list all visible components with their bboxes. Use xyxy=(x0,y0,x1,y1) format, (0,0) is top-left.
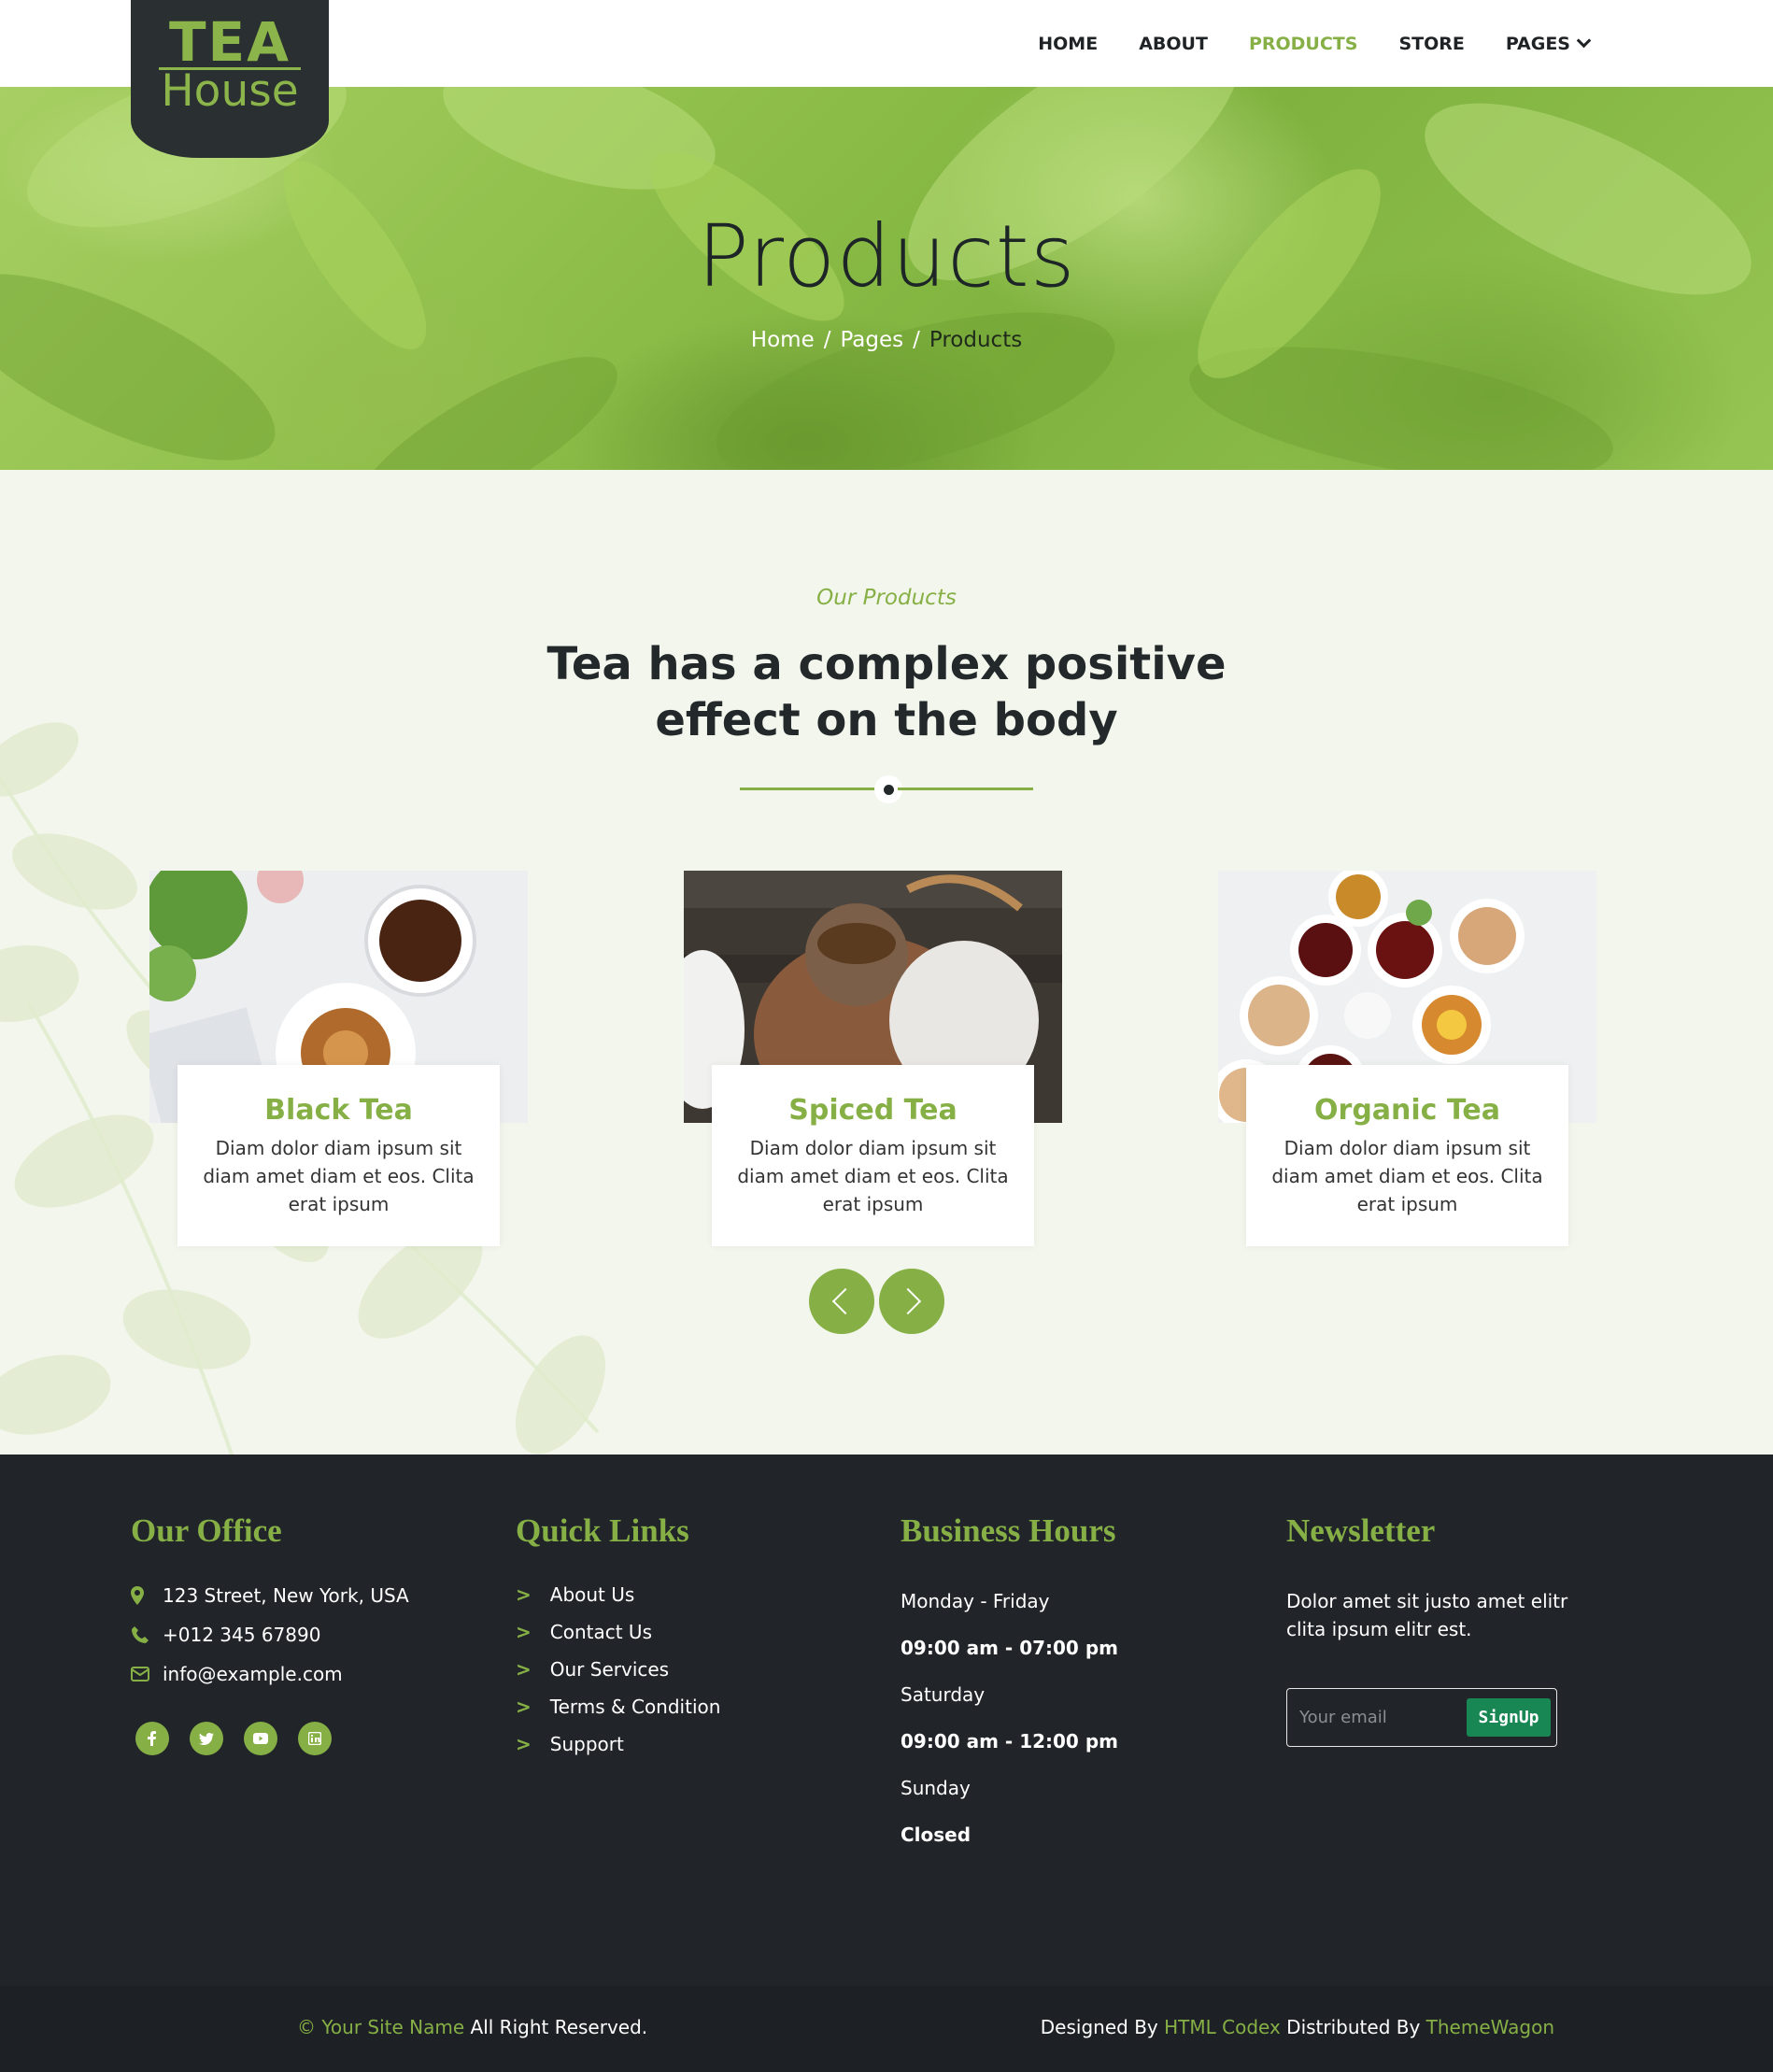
nav-store[interactable]: STORE xyxy=(1398,34,1464,54)
credits: Designed By HTML Codex Distributed By Th… xyxy=(1041,2016,1554,2038)
copyright-notice: © Your Site Name All Right Reserved. xyxy=(297,2016,647,2038)
map-marker-icon xyxy=(131,1586,153,1605)
breadcrumb: Home / Pages / Products xyxy=(0,328,1773,352)
breadcrumb-pages[interactable]: Pages xyxy=(840,328,903,352)
designed-by-label: Designed By xyxy=(1040,2016,1158,2038)
footer-quick-links: Quick Links > About Us > Contact Us > Our S… xyxy=(516,1512,852,1763)
office-address-text: 123 Street, New York, USA xyxy=(163,1584,409,1607)
footer-link-terms[interactable]: > Terms & Condition xyxy=(516,1688,852,1725)
signup-button[interactable]: SignUp xyxy=(1467,1698,1551,1737)
distributor-link[interactable]: ThemeWagon xyxy=(1426,2016,1554,2038)
product-card-body: Spiced Tea Diam dolor diam ipsum sit dia… xyxy=(712,1065,1034,1246)
products-section: Our Products Tea has a complex positive … xyxy=(0,470,1773,1455)
section-title: Tea has a complex positive effect on the… xyxy=(546,638,1227,746)
copyright-bar: © Your Site Name All Right Reserved. Des… xyxy=(0,1986,1773,2072)
footer-newsletter: Newsletter Dolor amet sit justo amet eli… xyxy=(1286,1512,1641,1747)
hours-day: Monday - Friday xyxy=(901,1590,1050,1612)
chevron-right-icon: > xyxy=(516,1621,532,1643)
product-card-organic-tea[interactable]: Organic Tea Diam dolor diam ipsum sit di… xyxy=(1218,871,1596,1254)
product-name[interactable]: Organic Tea xyxy=(1267,1093,1548,1128)
newsletter-email-input[interactable] xyxy=(1288,1690,1462,1745)
footer-heading: Our Office xyxy=(131,1512,282,1549)
footer-link-about[interactable]: > About Us xyxy=(516,1576,852,1613)
newsletter-form: SignUp xyxy=(1286,1688,1557,1747)
footer-business-hours: Business Hours Monday - Friday 09:00 am … xyxy=(901,1512,1237,1858)
office-address: 123 Street, New York, USA xyxy=(131,1576,476,1615)
facebook-icon[interactable] xyxy=(135,1722,169,1755)
breadcrumb-separator: / xyxy=(913,328,920,352)
footer-link-label: Support xyxy=(549,1733,624,1755)
title-divider xyxy=(740,775,1033,803)
footer-link-contact[interactable]: > Contact Us xyxy=(516,1613,852,1651)
chevron-left-icon xyxy=(831,1287,859,1315)
product-description: Diam dolor diam ipsum sit diam amet diam… xyxy=(737,1137,1009,1215)
nav-about[interactable]: ABOUT xyxy=(1139,34,1208,54)
footer-heading: Newsletter xyxy=(1286,1512,1436,1549)
page-title: Products xyxy=(697,206,1076,306)
footer-link-label: Contact Us xyxy=(549,1621,652,1643)
carousel-next-button[interactable] xyxy=(879,1269,944,1334)
office-email: info@example.com xyxy=(131,1654,476,1694)
envelope-icon xyxy=(131,1667,153,1682)
newsletter-text: Dolor amet sit justo amet elitr clita ip… xyxy=(1286,1590,1568,1640)
chevron-right-icon: > xyxy=(516,1583,532,1606)
divider-line xyxy=(740,788,875,790)
product-card-body: Black Tea Diam dolor diam ipsum sit diam… xyxy=(177,1065,500,1246)
logo-line-2: House xyxy=(159,65,301,117)
nav-pages-dropdown[interactable]: PAGES xyxy=(1505,33,1592,54)
linkedin-icon[interactable] xyxy=(298,1722,332,1755)
footer-link-label: Our Services xyxy=(549,1658,670,1681)
product-card-black-tea[interactable]: Black Tea Diam dolor diam ipsum sit diam… xyxy=(149,871,528,1254)
footer-link-support[interactable]: > Support xyxy=(516,1725,852,1763)
product-name[interactable]: Spiced Tea xyxy=(732,1093,1014,1128)
breadcrumb-current: Products xyxy=(929,328,1023,352)
breadcrumb-separator: / xyxy=(823,328,831,352)
site-name-link[interactable]: © Your Site Name xyxy=(297,2016,464,2038)
phone-icon xyxy=(131,1625,153,1644)
designer-link[interactable]: HTML Codex xyxy=(1164,2016,1281,2038)
chevron-right-icon: > xyxy=(516,1696,532,1718)
product-card-spiced-tea[interactable]: Spiced Tea Diam dolor diam ipsum sit dia… xyxy=(684,871,1062,1254)
hours-day: Saturday xyxy=(901,1683,986,1706)
twitter-icon[interactable] xyxy=(190,1722,223,1755)
hours-time: 09:00 am - 12:00 pm xyxy=(901,1730,1118,1753)
rights-text: All Right Reserved. xyxy=(470,2016,648,2038)
divider-line xyxy=(898,788,1033,790)
footer-link-label: About Us xyxy=(549,1583,635,1606)
footer-office: Our Office 123 Street, New York, USA +01… xyxy=(131,1512,476,1755)
footer: Our Office 123 Street, New York, USA +01… xyxy=(0,1455,1773,1986)
chevron-right-icon: > xyxy=(516,1658,532,1681)
office-email-text: info@example.com xyxy=(163,1663,343,1685)
carousel-prev-button[interactable] xyxy=(809,1269,874,1334)
hours-time: 09:00 am - 07:00 pm xyxy=(901,1637,1118,1659)
chevron-down-icon xyxy=(1576,33,1592,49)
section-subtitle: Our Products xyxy=(816,586,957,610)
hours-day: Sunday xyxy=(901,1777,971,1799)
product-description: Diam dolor diam ipsum sit diam amet diam… xyxy=(203,1137,475,1215)
footer-heading: Quick Links xyxy=(516,1512,689,1549)
nav-products[interactable]: PRODUCTS xyxy=(1249,34,1358,54)
nav-pages-label: PAGES xyxy=(1505,33,1570,54)
distributed-by-label: Distributed By xyxy=(1286,2016,1421,2038)
footer-heading: Business Hours xyxy=(901,1512,1116,1549)
product-name[interactable]: Black Tea xyxy=(198,1093,479,1128)
brand-logo[interactable]: TEA House xyxy=(131,0,329,158)
logo-line-1: TEA xyxy=(168,10,291,74)
youtube-icon[interactable] xyxy=(244,1722,277,1755)
nav-home[interactable]: HOME xyxy=(1038,34,1098,54)
chevron-right-icon xyxy=(894,1287,922,1315)
social-links xyxy=(135,1722,476,1755)
office-phone-text: +012 345 67890 xyxy=(163,1624,321,1646)
breadcrumb-home[interactable]: Home xyxy=(751,328,815,352)
chevron-right-icon: > xyxy=(516,1733,532,1755)
footer-link-label: Terms & Condition xyxy=(549,1696,721,1718)
product-description: Diam dolor diam ipsum sit diam amet diam… xyxy=(1271,1137,1543,1215)
office-phone: +012 345 67890 xyxy=(131,1615,476,1654)
product-card-body: Organic Tea Diam dolor diam ipsum sit di… xyxy=(1246,1065,1568,1246)
main-nav: HOME ABOUT PRODUCTS STORE PAGES xyxy=(997,0,1592,87)
footer-link-services[interactable]: > Our Services xyxy=(516,1651,852,1688)
hours-time: Closed xyxy=(901,1824,972,1846)
